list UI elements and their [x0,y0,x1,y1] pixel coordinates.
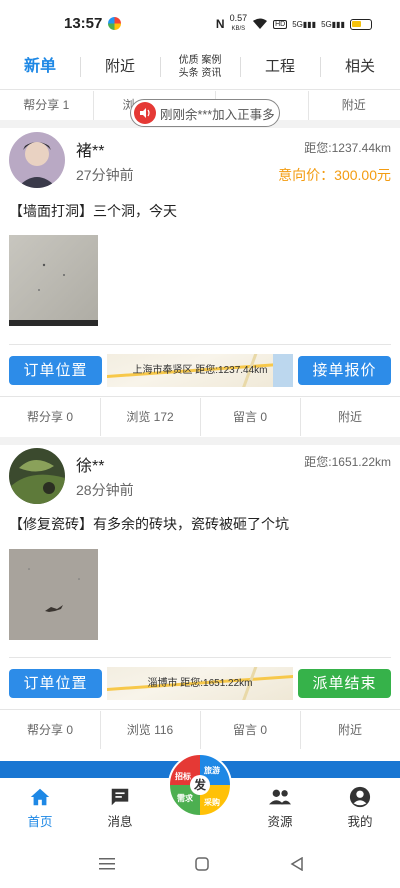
card-separator [0,437,400,445]
price-text: 意向价：300.00元 [278,167,391,183]
tab-news-label: 头条 资讯 [178,67,222,79]
system-nav-bar [0,840,400,888]
avatar[interactable] [9,132,65,188]
publish-button[interactable]: 旅游 招标 采购 需求 发 [168,753,232,817]
card-divider [9,657,391,658]
view-stat: 浏览 116 [100,711,200,749]
nav-messages[interactable]: 消息 [90,786,150,830]
location-map[interactable]: 上海市奉贤区 距您:1237.44km [107,354,293,387]
post-time: 28分钟前 [76,482,134,498]
comment-stat[interactable]: 留言 0 [200,398,300,436]
card-divider [0,709,400,710]
status-icons: N 0.57 KB/S HD 5G▮▮▮ 5G▮▮▮ [216,14,372,34]
dispatch-ended-button[interactable]: 派单结束 [298,669,391,698]
publish-label: 发 [190,775,210,795]
nfc-icon: N [215,17,225,31]
user-name: 徐** [76,458,105,475]
card-divider [9,344,391,345]
fab-tourism-label: 旅游 [204,766,220,775]
map-location-text: 上海市奉贤区 距您:1237.44km [132,365,268,376]
nearby-stat[interactable]: 附近 [300,398,400,436]
person-icon [349,786,371,808]
wifi-icon [253,18,268,29]
order-photo[interactable] [9,235,98,326]
menu-icon[interactable] [99,858,115,870]
status-time: 13:57 [64,15,103,32]
join-notification-toast: 刚刚余***加入正事多 [130,99,280,127]
tab-cases-news[interactable]: 优质 案例 头条 资讯 [160,44,240,90]
nav-label: 消息 [107,815,133,829]
hd-icon: HD [273,19,288,29]
nav-label: 我的 [347,815,373,829]
message-icon [111,788,129,806]
view-stat: 浏览 172 [100,398,200,436]
top-tabs: 新单 附近 优质 案例 头条 资讯 工程 相关 [0,44,400,90]
order-location-button[interactable]: 订单位置 [9,669,102,698]
speaker-icon [134,102,156,124]
distance-text: 距您:1237.44km [304,141,391,155]
back-icon[interactable] [290,857,304,871]
tab-nearby[interactable]: 附近 [80,44,160,90]
tab-new-orders[interactable]: 新单 [0,44,80,90]
nearby-stat[interactable]: 附近 [300,711,400,749]
order-card[interactable]: 徐** 28分钟前 距您:1651.22km 【修复瓷砖】有多余的砖块，瓷砖被砸… [0,445,400,753]
battery-icon [350,18,372,30]
home-button-icon[interactable] [195,857,209,871]
order-description: 【墙面打洞】三个洞，今天 [9,203,177,219]
map-water [273,354,293,387]
stats-row: 帮分享 0 浏览 172 留言 0 附近 [0,398,400,436]
app-indicator-icon [108,17,121,30]
comment-stat[interactable]: 留言 0 [200,711,300,749]
fab-demand-label: 需求 [177,794,193,803]
signal-2-icon: 5G▮▮▮ [321,19,345,29]
nav-resources[interactable]: 资源 [250,786,310,830]
nav-mine[interactable]: 我的 [330,786,390,830]
share-stat[interactable]: 帮分享 1 [0,91,93,120]
share-stat[interactable]: 帮分享 0 [0,711,100,749]
toast-text: 刚刚余***加入正事多 [160,107,275,122]
order-location-button[interactable]: 订单位置 [9,356,102,385]
order-photo[interactable] [9,549,98,640]
stats-row: 帮分享 0 浏览 116 留言 0 附近 [0,711,400,749]
net-speed: 0.57 KB/S [229,13,248,33]
signal-1-icon: 5G▮▮▮ [292,19,317,29]
post-time: 27分钟前 [76,167,134,183]
home-icon [30,788,50,806]
nav-label: 首页 [27,815,53,829]
fab-tender-label: 招标 [175,772,191,781]
user-name: 褚** [76,143,105,160]
location-map[interactable]: 淄博市 距您:1651.22km [107,667,293,700]
distance-text: 距您:1651.22km [304,455,391,469]
card-divider [0,396,400,397]
tab-cases-label: 优质 案例 [178,54,222,66]
order-card[interactable]: 褚** 27分钟前 距您:1237.44km 意向价：300.00元 【墙面打洞… [0,128,400,437]
fab-purchase-label: 采购 [204,798,220,807]
order-description: 【修复瓷砖】有多余的砖块，瓷砖被砸了个坑 [9,516,289,532]
share-stat[interactable]: 帮分享 0 [0,398,100,436]
quote-button[interactable]: 接单报价 [298,356,391,385]
map-location-text: 淄博市 距您:1651.22km [147,678,253,689]
tab-engineering[interactable]: 工程 [240,44,320,90]
tab-related[interactable]: 相关 [320,44,400,90]
nearby-stat[interactable]: 附近 [307,91,400,129]
nav-home[interactable]: 首页 [10,786,70,830]
avatar[interactable] [9,448,65,504]
status-bar: 13:57 N 0.57 KB/S HD 5G▮▮▮ 5G▮▮▮ [0,0,400,44]
people-icon [269,789,291,805]
nav-label: 资源 [267,815,293,829]
